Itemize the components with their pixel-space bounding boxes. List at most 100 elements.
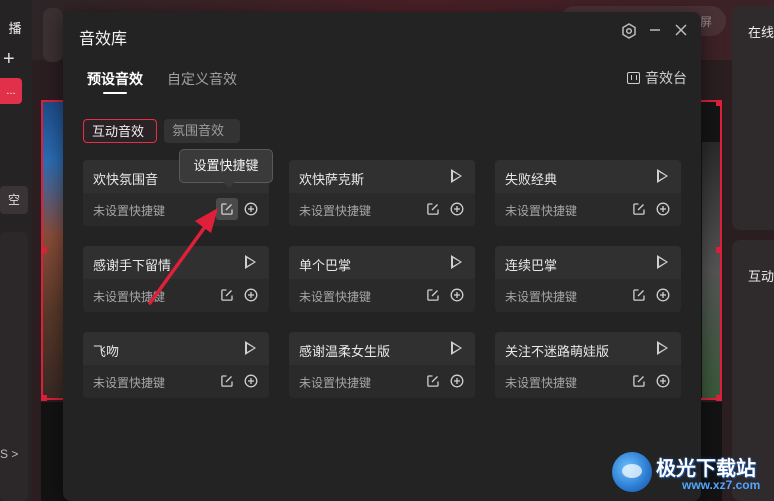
tooltip-pointer <box>223 182 235 188</box>
right-panel-title-online: 在线 <box>748 25 774 40</box>
sound-card-header: 连续巴掌 <box>495 246 681 279</box>
edit-shortcut-icon[interactable] <box>425 201 441 217</box>
edit-shortcut-icon[interactable] <box>219 287 235 303</box>
resize-handle[interactable] <box>41 247 47 253</box>
sound-card: 连续巴掌未设置快捷键 <box>495 246 681 312</box>
sound-card-footer: 未设置快捷键 <box>83 193 269 226</box>
sound-card-header: 失败经典 <box>495 160 681 193</box>
rail-item-box[interactable]: 空 <box>0 186 28 214</box>
watermark-url: www.xz7.com <box>682 478 761 492</box>
rail-item-live[interactable]: 播 <box>0 18 30 37</box>
active-tab-indicator <box>103 92 127 94</box>
sound-card-header: 飞吻 <box>83 332 269 365</box>
add-circle-icon[interactable] <box>449 201 465 217</box>
left-rail: 播 + ... 空 S > <box>0 0 32 501</box>
sound-card-footer: 未设置快捷键 <box>289 279 475 312</box>
resize-handle[interactable] <box>716 100 722 106</box>
edit-shortcut-icon[interactable] <box>219 373 235 389</box>
shortcut-status: 未设置快捷键 <box>505 204 578 218</box>
sound-card-footer: 未设置快捷键 <box>495 365 681 398</box>
shortcut-status: 未设置快捷键 <box>505 290 578 304</box>
add-circle-icon[interactable] <box>449 287 465 303</box>
edit-shortcut-icon[interactable] <box>631 201 647 217</box>
shortcut-status: 未设置快捷键 <box>93 204 166 218</box>
play-icon[interactable] <box>657 169 668 183</box>
sound-card-footer: 未设置快捷键 <box>495 193 681 226</box>
sound-card-footer: 未设置快捷键 <box>289 193 475 226</box>
play-icon[interactable] <box>657 255 668 269</box>
sound-card: 失败经典未设置快捷键 <box>495 160 681 226</box>
right-panel-title-interact: 互动 <box>748 269 774 284</box>
dialog-title: 音效库 <box>79 31 128 48</box>
sound-card: 感谢温柔女生版 未设置快捷键 <box>289 332 475 398</box>
edit-shortcut-icon[interactable] <box>425 373 441 389</box>
subtab-interactive[interactable]: 互动音效 <box>83 119 157 143</box>
shortcut-status: 未设置快捷键 <box>93 290 166 304</box>
sound-card-footer: 未设置快捷键 <box>289 365 475 398</box>
resize-handle[interactable] <box>716 395 722 401</box>
sound-card-header: 单个巴掌 <box>289 246 475 279</box>
play-icon[interactable] <box>245 255 256 269</box>
sound-card-header: 欢快萨克斯 <box>289 160 475 193</box>
add-circle-icon[interactable] <box>243 373 259 389</box>
tooltip: 设置快捷键 <box>179 149 273 183</box>
sound-library-dialog: 音效库 预设音效 自定义音效 音效台 互动音效 氛围音效 欢快氛围音 未设置快捷键… <box>63 12 701 501</box>
add-circle-icon[interactable] <box>243 201 259 217</box>
settings-icon[interactable] <box>620 23 638 41</box>
sound-card-footer: 未设置快捷键 <box>495 279 681 312</box>
sound-card-header: 感谢手下留情 <box>83 246 269 279</box>
rail-item-active[interactable]: ... <box>0 78 22 104</box>
watermark-logo-icon <box>612 452 652 492</box>
watermark: 极光下载站 www.xz7.com <box>612 450 772 498</box>
play-icon[interactable] <box>451 341 462 355</box>
sound-name: 失败经典 <box>505 172 558 187</box>
close-icon[interactable] <box>672 23 690 41</box>
sound-name: 连续巴掌 <box>505 258 558 273</box>
shortcut-status: 未设置快捷键 <box>505 376 578 390</box>
rail-expand[interactable]: S > <box>0 447 18 461</box>
shortcut-status: 未设置快捷键 <box>93 376 166 390</box>
sound-card-footer: 未设置快捷键 <box>83 365 269 398</box>
sound-name: 感谢温柔女生版 <box>299 344 391 359</box>
edit-shortcut-icon[interactable] <box>631 287 647 303</box>
sound-card-footer: 未设置快捷键 <box>83 279 269 312</box>
edit-shortcut-icon[interactable] <box>216 198 238 220</box>
sound-card-header: 关注不迷路萌娃版 <box>495 332 681 365</box>
resize-handle[interactable] <box>716 247 722 253</box>
edit-shortcut-icon[interactable] <box>631 373 647 389</box>
add-circle-icon[interactable] <box>655 373 671 389</box>
sound-card-header: 感谢温柔女生版 <box>289 332 475 365</box>
sound-name: 单个巴掌 <box>299 258 352 273</box>
play-icon[interactable] <box>245 341 256 355</box>
sound-console-button[interactable]: 音效台 <box>627 68 687 88</box>
shortcut-status: 未设置快捷键 <box>299 376 372 390</box>
add-circle-icon[interactable] <box>655 287 671 303</box>
add-circle-icon[interactable] <box>655 201 671 217</box>
console-label: 音效台 <box>645 70 687 86</box>
edit-shortcut-icon[interactable] <box>425 287 441 303</box>
tab-preset[interactable]: 预设音效 <box>87 69 143 89</box>
play-icon[interactable] <box>451 169 462 183</box>
sound-card: 单个巴掌未设置快捷键 <box>289 246 475 312</box>
sound-card: 飞吻 未设置快捷键 <box>83 332 269 398</box>
resize-handle[interactable] <box>41 395 47 401</box>
tab-custom[interactable]: 自定义音效 <box>167 69 237 89</box>
sound-card: 关注不迷路萌娃版 未设置快捷键 <box>495 332 681 398</box>
play-icon[interactable] <box>451 255 462 269</box>
sound-name: 关注不迷路萌娃版 <box>505 344 610 359</box>
shortcut-status: 未设置快捷键 <box>299 290 372 304</box>
console-icon <box>627 72 640 84</box>
sound-card: 感谢手下留情 未设置快捷键 <box>83 246 269 312</box>
sound-name: 飞吻 <box>93 344 120 359</box>
subtab-ambient[interactable]: 氛围音效 <box>164 119 240 143</box>
add-icon[interactable]: + <box>3 48 15 71</box>
minimize-icon[interactable] <box>646 23 664 41</box>
watermark-text: 极光下载站 <box>656 458 756 480</box>
add-circle-icon[interactable] <box>243 287 259 303</box>
sound-name: 感谢手下留情 <box>93 258 172 273</box>
add-circle-icon[interactable] <box>449 373 465 389</box>
search-hint: 屏 <box>699 15 712 29</box>
play-icon[interactable] <box>657 341 668 355</box>
sound-name: 欢快萨克斯 <box>299 172 365 187</box>
top-pill <box>43 8 63 62</box>
